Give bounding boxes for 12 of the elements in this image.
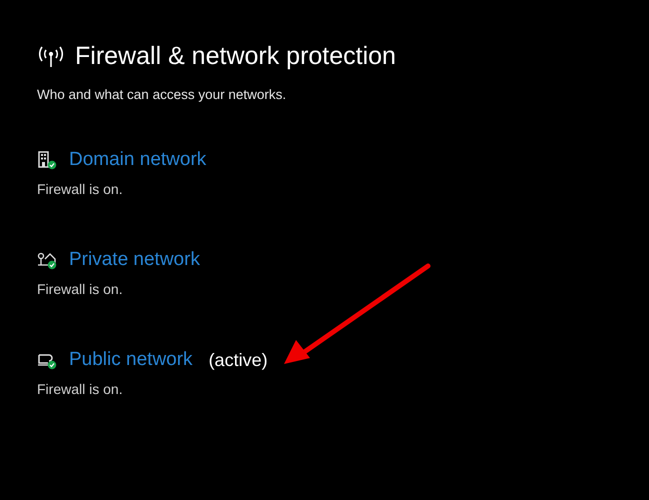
page-title: Firewall & network protection <box>75 42 396 71</box>
active-label: (active) <box>208 350 268 370</box>
network-link[interactable]: Public network <box>69 349 193 371</box>
wifi-signal-icon <box>37 44 65 68</box>
network-link[interactable]: Private network <box>69 249 200 271</box>
house-icon <box>37 250 57 270</box>
firewall-status: Firewall is on. <box>37 181 124 197</box>
network-link[interactable]: Domain network <box>69 149 206 171</box>
building-icon <box>37 150 57 170</box>
page-subtitle: Who and what can access your networks. <box>37 87 288 102</box>
firewall-status: Firewall is on. <box>37 381 124 397</box>
firewall-status: Firewall is on. <box>37 281 124 297</box>
